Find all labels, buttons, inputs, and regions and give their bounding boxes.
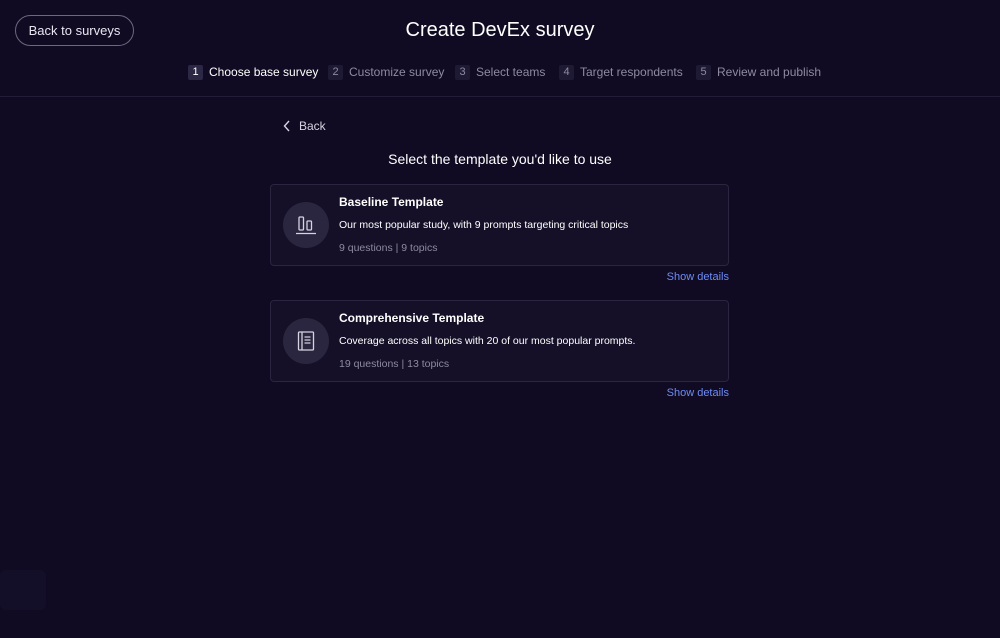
template-meta: 19 questions | 13 topics	[339, 358, 450, 370]
book-icon	[283, 318, 329, 364]
template-description: Coverage across all topics with 20 of ou…	[339, 335, 636, 347]
step-number: 3	[455, 64, 470, 80]
template-title: Comprehensive Template	[339, 311, 485, 325]
template-card-comprehensive[interactable]: Comprehensive Template Coverage across a…	[270, 300, 729, 382]
step-label: Choose base survey	[209, 65, 319, 79]
step-customize-survey[interactable]: 2 Customize survey	[328, 62, 444, 82]
template-title: Baseline Template	[339, 195, 444, 209]
stepper: 1 Choose base survey 2 Customize survey …	[0, 62, 1000, 82]
chevron-left-icon	[283, 120, 290, 132]
show-details-link[interactable]: Show details	[667, 271, 729, 283]
step-label: Review and publish	[717, 65, 822, 79]
step-label: Select teams	[476, 65, 546, 79]
corner-widget	[0, 570, 46, 610]
step-number: 5	[696, 64, 711, 80]
page-title: Create DevEx survey	[405, 19, 595, 41]
step-label: Customize survey	[349, 65, 445, 79]
template-description: Our most popular study, with 9 prompts t…	[339, 219, 629, 231]
step-number: 2	[328, 64, 343, 80]
step-label: Target respondents	[580, 65, 683, 79]
step-number: 4	[559, 64, 574, 80]
step-choose-base-survey[interactable]: 1 Choose base survey	[188, 62, 318, 82]
step-review-and-publish[interactable]: 5 Review and publish	[696, 62, 821, 82]
template-card-baseline[interactable]: Baseline Template Our most popular study…	[270, 184, 729, 266]
back-link-label: Back	[299, 119, 326, 133]
template-heading: Select the template you'd like to use	[388, 151, 612, 167]
bar-chart-icon	[283, 202, 329, 248]
step-number: 1	[188, 64, 203, 80]
back-link[interactable]: Back	[283, 117, 326, 135]
template-meta: 9 questions | 9 topics	[339, 242, 438, 254]
step-select-teams[interactable]: 3 Select teams	[455, 62, 545, 82]
header: Back to surveys Create DevEx survey 1 Ch…	[0, 0, 1000, 97]
step-target-respondents[interactable]: 4 Target respondents	[559, 62, 683, 82]
show-details-link[interactable]: Show details	[667, 387, 729, 399]
